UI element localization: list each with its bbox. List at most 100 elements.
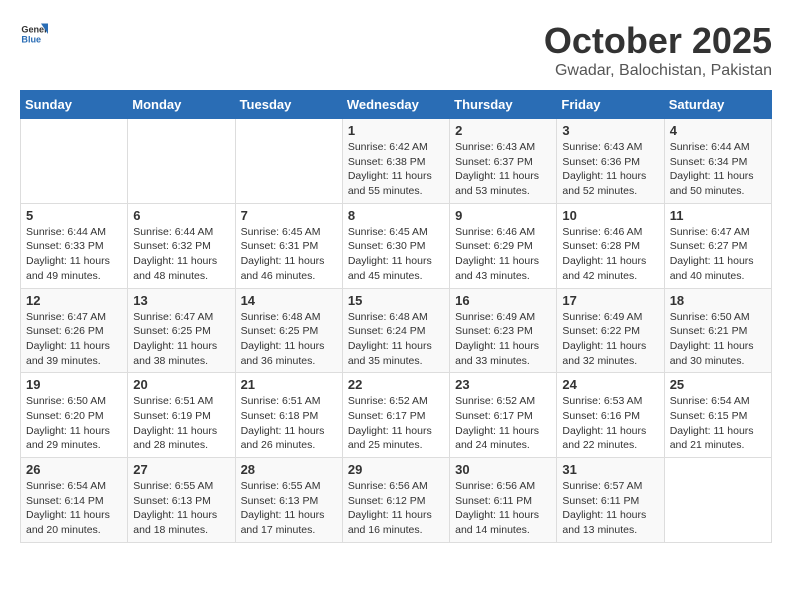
calendar-cell: 12 Sunrise: 6:47 AM Sunset: 6:26 PM Dayli… bbox=[21, 288, 128, 373]
day-info: Sunrise: 6:55 AM Sunset: 6:13 PM Dayligh… bbox=[241, 479, 337, 538]
calendar-cell: 19Sunrise: 6:50 AM Sunset: 6:20 PM Dayli… bbox=[21, 373, 128, 458]
day-number: 22 bbox=[348, 377, 444, 392]
day-info: Sunrise: 6:45 AM Sunset: 6:30 PM Dayligh… bbox=[348, 225, 444, 284]
calendar-cell bbox=[664, 458, 771, 543]
day-info: Sunrise: 6:44 AM Sunset: 6:32 PM Dayligh… bbox=[133, 225, 229, 284]
calendar-body: 1 Sunrise: 6:42 AM Sunset: 6:38 PM Daylig… bbox=[21, 119, 772, 543]
day-info: Sunrise: 6:54 AM Sunset: 6:15 PM Dayligh… bbox=[670, 394, 766, 453]
weekday-header-cell: Monday bbox=[128, 91, 235, 119]
calendar-table: SundayMondayTuesdayWednesdayThursdayFrid… bbox=[20, 90, 772, 543]
calendar-cell: 24 Sunrise: 6:53 AM Sunset: 6:16 PM Dayli… bbox=[557, 373, 664, 458]
location: Gwadar, Balochistan, Pakistan bbox=[544, 62, 772, 80]
day-info: Sunrise: 6:54 AM Sunset: 6:14 PM Dayligh… bbox=[26, 479, 122, 538]
day-info: Sunrise: 6:50 AM Sunset: 6:21 PM Dayligh… bbox=[670, 310, 766, 369]
day-info: Sunrise: 6:44 AM Sunset: 6:33 PM Dayligh… bbox=[26, 225, 122, 284]
calendar-cell: 3Sunrise: 6:43 AM Sunset: 6:36 PM Daylig… bbox=[557, 119, 664, 204]
calendar-cell: 28 Sunrise: 6:55 AM Sunset: 6:13 PM Dayli… bbox=[235, 458, 342, 543]
day-number: 8 bbox=[348, 208, 444, 223]
weekday-header-cell: Tuesday bbox=[235, 91, 342, 119]
page-header: General Blue October 2025 Gwadar, Baloch… bbox=[20, 20, 772, 80]
day-info: Sunrise: 6:42 AM Sunset: 6:38 PM Dayligh… bbox=[348, 140, 444, 199]
day-number: 30 bbox=[455, 462, 551, 477]
day-number: 27 bbox=[133, 462, 229, 477]
day-info: Sunrise: 6:51 AM Sunset: 6:19 PM Dayligh… bbox=[133, 394, 229, 453]
logo-icon: General Blue bbox=[20, 20, 48, 48]
day-number: 11 bbox=[670, 208, 766, 223]
day-info: Sunrise: 6:45 AM Sunset: 6:31 PM Dayligh… bbox=[241, 225, 337, 284]
calendar-cell: 22 Sunrise: 6:52 AM Sunset: 6:17 PM Dayli… bbox=[342, 373, 449, 458]
calendar-cell: 2Sunrise: 6:43 AM Sunset: 6:37 PM Daylig… bbox=[450, 119, 557, 204]
day-info: Sunrise: 6:50 AM Sunset: 6:20 PM Dayligh… bbox=[26, 394, 122, 453]
calendar-cell bbox=[128, 119, 235, 204]
day-number: 14 bbox=[241, 293, 337, 308]
day-info: Sunrise: 6:46 AM Sunset: 6:29 PM Dayligh… bbox=[455, 225, 551, 284]
day-number: 13 bbox=[133, 293, 229, 308]
day-info: Sunrise: 6:51 AM Sunset: 6:18 PM Dayligh… bbox=[241, 394, 337, 453]
calendar-cell: 17Sunrise: 6:49 AM Sunset: 6:22 PM Dayli… bbox=[557, 288, 664, 373]
day-number: 26 bbox=[26, 462, 122, 477]
day-number: 10 bbox=[562, 208, 658, 223]
calendar-week-row: 1 Sunrise: 6:42 AM Sunset: 6:38 PM Daylig… bbox=[21, 119, 772, 204]
weekday-header-cell: Sunday bbox=[21, 91, 128, 119]
calendar-cell: 16 Sunrise: 6:49 AM Sunset: 6:23 PM Dayli… bbox=[450, 288, 557, 373]
month-year: October 2025 bbox=[544, 20, 772, 62]
weekday-header-cell: Friday bbox=[557, 91, 664, 119]
logo: General Blue bbox=[20, 20, 48, 48]
calendar-cell: 21 Sunrise: 6:51 AM Sunset: 6:18 PM Dayli… bbox=[235, 373, 342, 458]
day-number: 17 bbox=[562, 293, 658, 308]
day-number: 31 bbox=[562, 462, 658, 477]
calendar-cell: 23 Sunrise: 6:52 AM Sunset: 6:17 PM Dayli… bbox=[450, 373, 557, 458]
calendar-cell: 5 Sunrise: 6:44 AM Sunset: 6:33 PM Daylig… bbox=[21, 203, 128, 288]
calendar-week-row: 26 Sunrise: 6:54 AM Sunset: 6:14 PM Dayli… bbox=[21, 458, 772, 543]
day-info: Sunrise: 6:56 AM Sunset: 6:12 PM Dayligh… bbox=[348, 479, 444, 538]
day-number: 9 bbox=[455, 208, 551, 223]
calendar-cell: 26 Sunrise: 6:54 AM Sunset: 6:14 PM Dayli… bbox=[21, 458, 128, 543]
day-info: Sunrise: 6:47 AM Sunset: 6:27 PM Dayligh… bbox=[670, 225, 766, 284]
day-number: 16 bbox=[455, 293, 551, 308]
weekday-header-row: SundayMondayTuesdayWednesdayThursdayFrid… bbox=[21, 91, 772, 119]
day-number: 29 bbox=[348, 462, 444, 477]
day-info: Sunrise: 6:56 AM Sunset: 6:11 PM Dayligh… bbox=[455, 479, 551, 538]
calendar-week-row: 19Sunrise: 6:50 AM Sunset: 6:20 PM Dayli… bbox=[21, 373, 772, 458]
day-info: Sunrise: 6:47 AM Sunset: 6:26 PM Dayligh… bbox=[26, 310, 122, 369]
day-number: 25 bbox=[670, 377, 766, 392]
calendar-cell: 11 Sunrise: 6:47 AM Sunset: 6:27 PM Dayli… bbox=[664, 203, 771, 288]
day-info: Sunrise: 6:43 AM Sunset: 6:36 PM Dayligh… bbox=[562, 140, 658, 199]
day-info: Sunrise: 6:53 AM Sunset: 6:16 PM Dayligh… bbox=[562, 394, 658, 453]
day-number: 15 bbox=[348, 293, 444, 308]
calendar-cell: 7Sunrise: 6:45 AM Sunset: 6:31 PM Daylig… bbox=[235, 203, 342, 288]
day-info: Sunrise: 6:52 AM Sunset: 6:17 PM Dayligh… bbox=[348, 394, 444, 453]
day-number: 20 bbox=[133, 377, 229, 392]
calendar-cell bbox=[235, 119, 342, 204]
calendar-cell: 1 Sunrise: 6:42 AM Sunset: 6:38 PM Daylig… bbox=[342, 119, 449, 204]
calendar-cell: 15Sunrise: 6:48 AM Sunset: 6:24 PM Dayli… bbox=[342, 288, 449, 373]
calendar-cell: 29 Sunrise: 6:56 AM Sunset: 6:12 PM Dayli… bbox=[342, 458, 449, 543]
title-block: October 2025 Gwadar, Balochistan, Pakist… bbox=[544, 20, 772, 80]
day-number: 23 bbox=[455, 377, 551, 392]
calendar-cell: 18 Sunrise: 6:50 AM Sunset: 6:21 PM Dayli… bbox=[664, 288, 771, 373]
day-number: 5 bbox=[26, 208, 122, 223]
calendar-cell: 30 Sunrise: 6:56 AM Sunset: 6:11 PM Dayli… bbox=[450, 458, 557, 543]
calendar-cell: 10Sunrise: 6:46 AM Sunset: 6:28 PM Dayli… bbox=[557, 203, 664, 288]
weekday-header-cell: Wednesday bbox=[342, 91, 449, 119]
calendar-cell: 4Sunrise: 6:44 AM Sunset: 6:34 PM Daylig… bbox=[664, 119, 771, 204]
day-number: 1 bbox=[348, 123, 444, 138]
day-number: 18 bbox=[670, 293, 766, 308]
calendar-cell: 31Sunrise: 6:57 AM Sunset: 6:11 PM Dayli… bbox=[557, 458, 664, 543]
calendar-week-row: 5 Sunrise: 6:44 AM Sunset: 6:33 PM Daylig… bbox=[21, 203, 772, 288]
day-info: Sunrise: 6:52 AM Sunset: 6:17 PM Dayligh… bbox=[455, 394, 551, 453]
day-number: 21 bbox=[241, 377, 337, 392]
calendar-cell: 14 Sunrise: 6:48 AM Sunset: 6:25 PM Dayli… bbox=[235, 288, 342, 373]
calendar-week-row: 12 Sunrise: 6:47 AM Sunset: 6:26 PM Dayli… bbox=[21, 288, 772, 373]
day-info: Sunrise: 6:49 AM Sunset: 6:23 PM Dayligh… bbox=[455, 310, 551, 369]
weekday-header-cell: Thursday bbox=[450, 91, 557, 119]
day-number: 12 bbox=[26, 293, 122, 308]
svg-text:Blue: Blue bbox=[21, 34, 41, 44]
day-info: Sunrise: 6:43 AM Sunset: 6:37 PM Dayligh… bbox=[455, 140, 551, 199]
calendar-cell: 27 Sunrise: 6:55 AM Sunset: 6:13 PM Dayli… bbox=[128, 458, 235, 543]
day-info: Sunrise: 6:48 AM Sunset: 6:25 PM Dayligh… bbox=[241, 310, 337, 369]
day-number: 28 bbox=[241, 462, 337, 477]
day-number: 24 bbox=[562, 377, 658, 392]
day-number: 6 bbox=[133, 208, 229, 223]
day-info: Sunrise: 6:55 AM Sunset: 6:13 PM Dayligh… bbox=[133, 479, 229, 538]
